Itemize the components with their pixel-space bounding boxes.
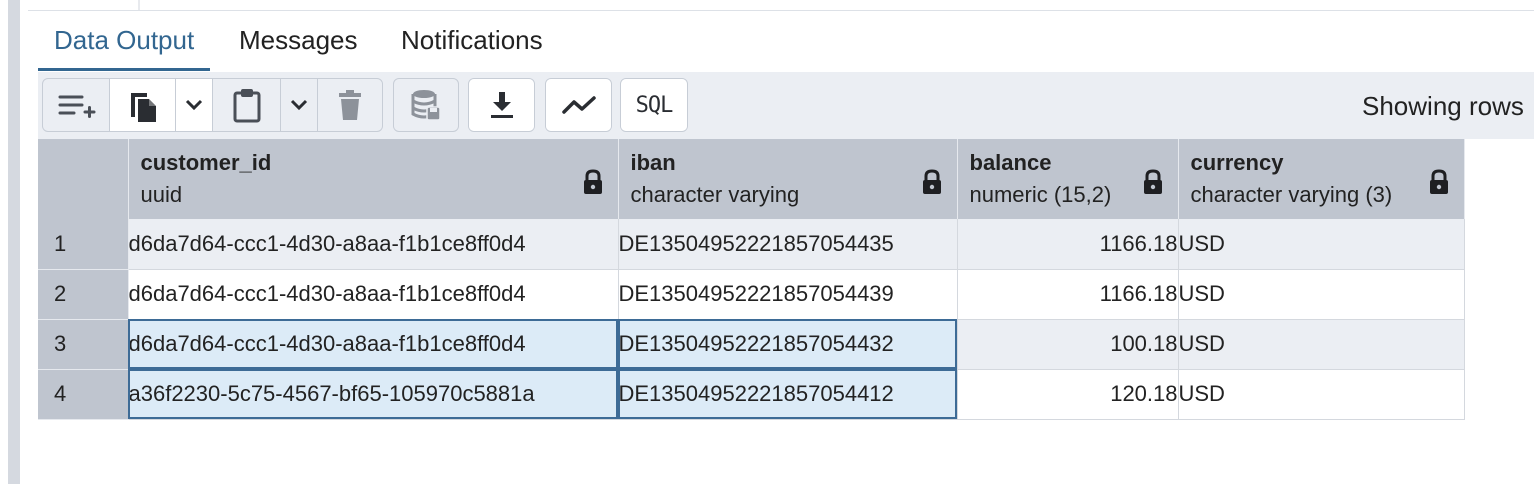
column-type: character varying xyxy=(630,182,800,207)
download-button-group xyxy=(468,78,535,132)
column-header-customer-id[interactable]: customer_id uuid xyxy=(128,139,619,219)
cell-currency[interactable]: USD xyxy=(1178,269,1465,320)
delete-icon xyxy=(337,89,363,121)
column-type: character varying (3) xyxy=(1190,182,1393,207)
rows-status-text: Showing rows xyxy=(1362,91,1524,121)
chevron-down-icon xyxy=(290,99,308,111)
delete-button[interactable] xyxy=(317,79,382,131)
tab-notifications[interactable]: Notifications xyxy=(385,11,559,71)
sql-button[interactable]: SQL xyxy=(621,79,687,131)
lock-icon xyxy=(921,169,943,200)
lock-icon xyxy=(582,169,604,200)
lock-icon xyxy=(1428,169,1450,200)
panel-divider xyxy=(138,0,140,10)
add-row-icon xyxy=(56,90,96,120)
cell-iban[interactable]: DE13504952221857054412 xyxy=(618,369,958,420)
copy-icon xyxy=(127,87,159,123)
table-row: 4 a36f2230-5c75-4567-bf65-105970c5881a D… xyxy=(38,369,1465,420)
cell-customer-id[interactable]: a36f2230-5c75-4567-bf65-105970c5881a xyxy=(128,369,619,420)
top-panel-edge xyxy=(28,0,1534,11)
cell-iban[interactable]: DE13504952221857054432 xyxy=(618,319,958,370)
panel-splitter[interactable] xyxy=(8,0,20,484)
column-type: numeric (15,2) xyxy=(969,182,1112,207)
save-data-icon xyxy=(410,88,442,122)
lock-icon xyxy=(1142,169,1164,200)
select-all-corner[interactable] xyxy=(38,139,129,219)
row-number[interactable]: 1 xyxy=(38,219,129,270)
graph-icon xyxy=(561,94,597,116)
edit-button-group xyxy=(42,78,383,132)
tab-data-output[interactable]: Data Output xyxy=(38,11,211,71)
copy-options-dropdown[interactable] xyxy=(175,79,212,131)
paste-icon xyxy=(232,87,262,123)
graph-button-group xyxy=(545,78,612,132)
column-header-balance[interactable]: balance numeric (15,2) xyxy=(957,139,1179,219)
download-icon xyxy=(488,90,516,120)
column-name: customer_id xyxy=(140,150,272,175)
sql-button-group: SQL xyxy=(620,78,688,132)
column-name: currency xyxy=(1190,150,1284,175)
column-type: uuid xyxy=(140,182,183,207)
cell-balance[interactable]: 1166.18 xyxy=(957,219,1179,270)
row-number[interactable]: 2 xyxy=(38,269,129,320)
download-button[interactable] xyxy=(469,79,534,131)
row-number[interactable]: 4 xyxy=(38,369,129,420)
data-output-toolbar: SQL Showing rows xyxy=(38,72,1534,139)
cell-currency[interactable]: USD xyxy=(1178,219,1465,270)
cell-customer-id[interactable]: d6da7d64-ccc1-4d30-a8aa-f1b1ce8ff0d4 xyxy=(128,219,619,270)
table-row: 1 d6da7d64-ccc1-4d30-a8aa-f1b1ce8ff0d4 D… xyxy=(38,219,1465,270)
cell-iban[interactable]: DE13504952221857054435 xyxy=(618,219,958,270)
copy-button[interactable] xyxy=(109,79,175,131)
cell-balance[interactable]: 1166.18 xyxy=(957,269,1179,320)
chevron-down-icon xyxy=(185,99,203,111)
cell-currency[interactable]: USD xyxy=(1178,319,1465,370)
paste-options-dropdown[interactable] xyxy=(280,79,317,131)
sql-icon: SQL xyxy=(635,92,674,118)
cell-customer-id[interactable]: d6da7d64-ccc1-4d30-a8aa-f1b1ce8ff0d4 xyxy=(128,319,619,370)
cell-balance[interactable]: 100.18 xyxy=(957,319,1179,370)
paste-button[interactable] xyxy=(212,79,280,131)
data-grid: customer_id uuid iban character varying … xyxy=(38,139,1465,420)
column-name: balance xyxy=(969,150,1052,175)
save-data-button[interactable] xyxy=(394,79,458,131)
cell-currency[interactable]: USD xyxy=(1178,369,1465,420)
graph-visualiser-button[interactable] xyxy=(546,79,611,131)
column-header-iban[interactable]: iban character varying xyxy=(618,139,958,219)
cell-customer-id[interactable]: d6da7d64-ccc1-4d30-a8aa-f1b1ce8ff0d4 xyxy=(128,269,619,320)
cell-iban[interactable]: DE13504952221857054439 xyxy=(618,269,958,320)
save-button-group xyxy=(393,78,459,132)
column-name: iban xyxy=(630,150,676,175)
cell-balance[interactable]: 120.18 xyxy=(957,369,1179,420)
grid-header-row: customer_id uuid iban character varying … xyxy=(38,139,1465,219)
table-row: 3 d6da7d64-ccc1-4d30-a8aa-f1b1ce8ff0d4 D… xyxy=(38,319,1465,370)
add-row-button[interactable] xyxy=(43,79,109,131)
table-row: 2 d6da7d64-ccc1-4d30-a8aa-f1b1ce8ff0d4 D… xyxy=(38,269,1465,320)
result-tabs: Data Output Messages Notifications xyxy=(38,11,1534,73)
tab-messages[interactable]: Messages xyxy=(223,11,374,71)
column-header-currency[interactable]: currency character varying (3) xyxy=(1178,139,1465,219)
row-number[interactable]: 3 xyxy=(38,319,129,370)
